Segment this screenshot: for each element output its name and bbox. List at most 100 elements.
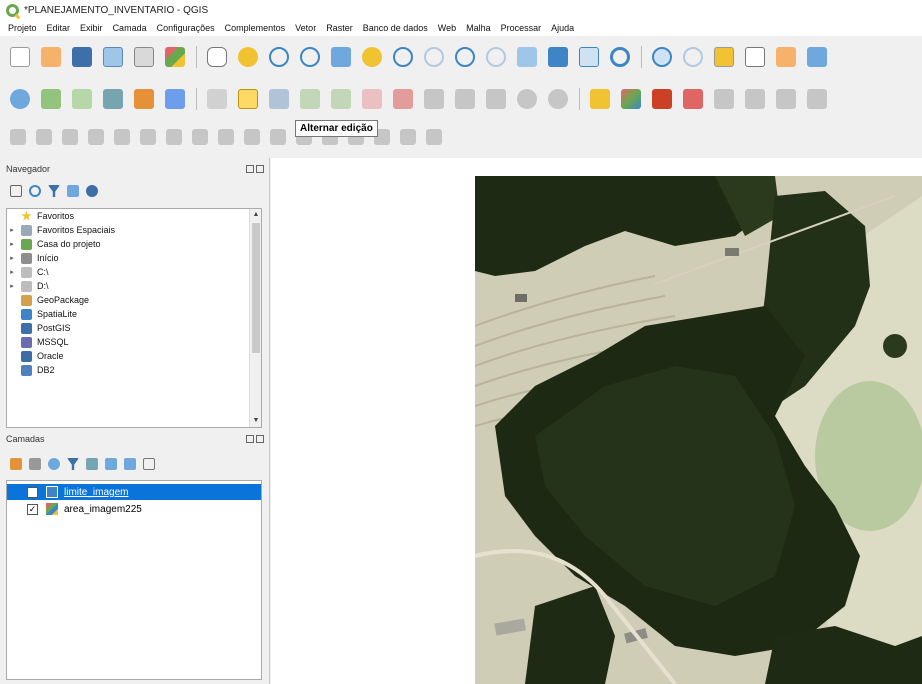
menu-configuracoes[interactable]: Configurações [157, 23, 215, 33]
toggle-editing-icon[interactable] [238, 89, 258, 109]
new-project-icon[interactable] [10, 47, 30, 67]
navigator-item[interactable]: DB2 [7, 363, 261, 377]
navigator-item[interactable]: GeoPackage [7, 293, 261, 307]
add-raster-layer-icon[interactable] [165, 89, 185, 109]
highlight-labels-icon[interactable] [683, 89, 703, 109]
add-csv-layer-icon[interactable] [103, 89, 123, 109]
zoom-full-icon[interactable] [331, 47, 351, 67]
fill-ring-icon[interactable] [166, 129, 182, 145]
menu-exibir[interactable]: Exibir [80, 23, 103, 33]
statistics-icon[interactable] [807, 47, 827, 67]
scrollbar-thumb[interactable] [252, 223, 260, 353]
zoom-next-icon[interactable] [486, 47, 506, 67]
change-label-icon[interactable] [807, 89, 827, 109]
pan-to-selection-icon[interactable] [238, 47, 258, 67]
filter-by-expression-icon[interactable] [86, 458, 98, 470]
add-feature-icon[interactable] [300, 89, 320, 109]
menu-processar[interactable]: Processar [501, 23, 542, 33]
measure-icon[interactable] [683, 47, 703, 67]
delete-ring-icon[interactable] [192, 129, 208, 145]
navigator-scrollbar[interactable]: ▲ ▼ [249, 209, 261, 427]
menu-vetor[interactable]: Vetor [295, 23, 316, 33]
menu-projeto[interactable]: Projeto [8, 23, 37, 33]
menu-malha[interactable]: Malha [466, 23, 491, 33]
zoom-to-layer-icon[interactable] [393, 47, 413, 67]
navigator-item[interactable]: ▸ D:\ [7, 279, 261, 293]
zoom-in-icon[interactable] [269, 47, 289, 67]
manage-map-themes-icon[interactable] [48, 458, 60, 470]
current-edits-icon[interactable] [207, 89, 227, 109]
zoom-last-icon[interactable] [455, 47, 475, 67]
new-map-view-icon[interactable] [517, 47, 537, 67]
pan-hand-icon[interactable] [207, 47, 227, 67]
new-print-layout-icon[interactable] [103, 47, 123, 67]
scroll-up-icon[interactable]: ▲ [250, 209, 261, 221]
menu-camada[interactable]: Camada [113, 23, 147, 33]
style-manager-icon[interactable] [165, 47, 185, 67]
menu-web[interactable]: Web [438, 23, 456, 33]
advanced-digitizing-icon[interactable] [10, 129, 26, 145]
expand-arrow-icon[interactable]: ▸ [7, 254, 17, 262]
expand-arrow-icon[interactable]: ▸ [7, 282, 17, 290]
navigator-item[interactable]: MSSQL [7, 335, 261, 349]
zoom-out-icon[interactable] [300, 47, 320, 67]
redo-icon[interactable] [548, 89, 568, 109]
menu-ajuda[interactable]: Ajuda [551, 23, 574, 33]
navigator-item[interactable]: Oracle [7, 349, 261, 363]
filter-legend-icon[interactable] [67, 458, 79, 470]
close-panel-icon[interactable] [256, 165, 264, 173]
refresh-icon[interactable] [29, 185, 41, 197]
delete-selected-icon[interactable] [393, 89, 413, 109]
vertex-tool-icon[interactable] [362, 89, 382, 109]
rotate-point-symbols-icon[interactable] [400, 129, 416, 145]
simplify-feature-icon[interactable] [88, 129, 104, 145]
save-layer-edits-icon[interactable] [269, 89, 289, 109]
close-panel-icon[interactable] [256, 435, 264, 443]
add-ring-icon[interactable] [114, 129, 130, 145]
scroll-down-icon[interactable]: ▼ [250, 415, 261, 427]
collapse-all-icon[interactable] [124, 458, 136, 470]
remove-layer-icon[interactable] [143, 458, 155, 470]
add-wms-layer-icon[interactable] [134, 89, 154, 109]
expand-arrow-icon[interactable]: ▸ [7, 226, 17, 234]
offset-point-symbols-icon[interactable] [426, 129, 442, 145]
paste-features-icon[interactable] [486, 89, 506, 109]
navigator-item[interactable]: ▸ Casa do projeto [7, 237, 261, 251]
add-group-icon[interactable] [29, 458, 41, 470]
save-project-icon[interactable] [72, 47, 92, 67]
add-part-icon[interactable] [140, 129, 156, 145]
copy-features-icon[interactable] [455, 89, 475, 109]
float-panel-icon[interactable] [246, 435, 254, 443]
refresh-icon[interactable] [610, 47, 630, 67]
navigator-item[interactable]: ▸ Início [7, 251, 261, 265]
diagram-options-icon[interactable] [621, 89, 641, 109]
layer-row-area-imagem225[interactable]: ✓ area_imagem225 [7, 501, 261, 517]
open-project-icon[interactable] [41, 47, 61, 67]
add-vector-layer-icon[interactable] [72, 89, 92, 109]
map-canvas[interactable] [271, 158, 922, 684]
show-hide-labels-icon[interactable] [714, 89, 734, 109]
expand-all-icon[interactable] [105, 458, 117, 470]
expand-arrow-icon[interactable]: ▸ [7, 268, 17, 276]
zoom-native-icon[interactable] [424, 47, 444, 67]
field-calculator-icon[interactable] [776, 47, 796, 67]
move-feature-icon[interactable] [36, 129, 52, 145]
layer-visibility-checkbox[interactable] [27, 486, 38, 498]
select-features-icon[interactable] [714, 47, 734, 67]
add-selected-layers-icon[interactable] [10, 185, 22, 197]
layer-row-limite-imagem[interactable]: limite_imagem [7, 484, 261, 500]
new-layer-icon[interactable] [41, 89, 61, 109]
rotate-feature-icon[interactable] [62, 129, 78, 145]
rotate-label-icon[interactable] [776, 89, 796, 109]
move-label-icon[interactable] [745, 89, 765, 109]
pin-labels-icon[interactable] [652, 89, 672, 109]
navigator-item[interactable]: ▸ C:\ [7, 265, 261, 279]
filter-icon[interactable] [48, 185, 60, 197]
float-panel-icon[interactable] [246, 165, 254, 173]
navigator-item[interactable]: ▸ Favoritos Espaciais [7, 223, 261, 237]
menu-banco-de-dados[interactable]: Banco de dados [363, 23, 428, 33]
expand-arrow-icon[interactable]: ▸ [7, 240, 17, 248]
layout-manager-icon[interactable] [134, 47, 154, 67]
offset-curve-icon[interactable] [270, 129, 286, 145]
info-icon[interactable] [86, 185, 98, 197]
